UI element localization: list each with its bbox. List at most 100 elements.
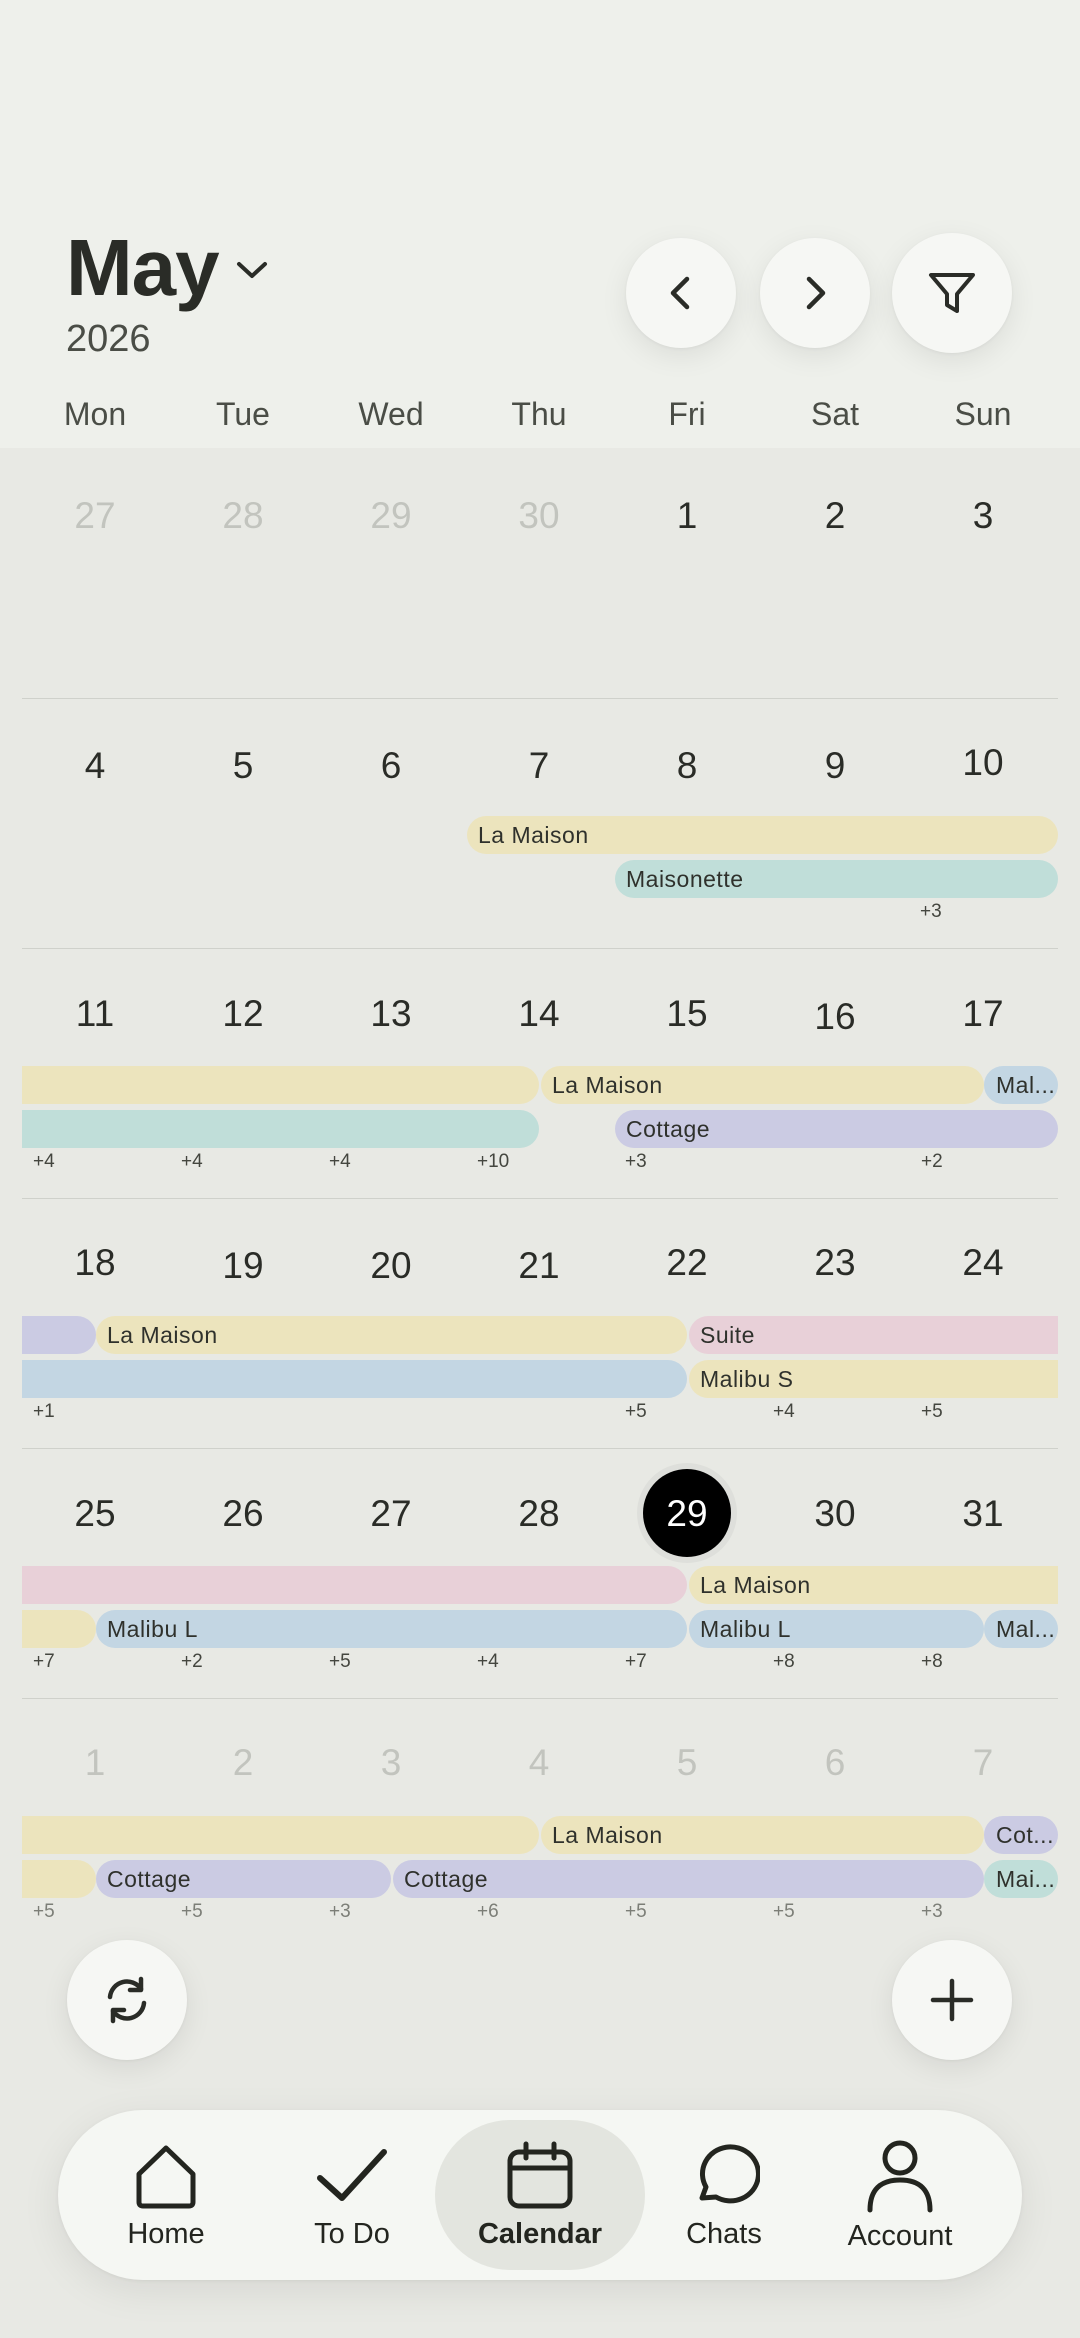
event-bar[interactable] [22, 1066, 539, 1104]
event-bar[interactable] [22, 1610, 96, 1648]
day-cell[interactable]: 4 [21, 745, 169, 787]
day-cell[interactable]: 14 [465, 993, 613, 1035]
event-bar[interactable]: Mal... [984, 1066, 1058, 1104]
more-events-count[interactable]: +10 [477, 1151, 509, 1173]
more-events-count[interactable]: +4 [773, 1401, 795, 1423]
day-cell[interactable]: 23 [761, 1242, 909, 1284]
day-cell[interactable]: 10 [909, 742, 1057, 784]
more-events-count[interactable]: +4 [329, 1151, 351, 1173]
day-cell[interactable]: 12 [169, 993, 317, 1035]
more-events-count[interactable]: +8 [773, 1651, 795, 1673]
day-cell[interactable]: 11 [21, 993, 169, 1035]
day-cell[interactable]: 30 [465, 495, 613, 537]
day-cell[interactable]: 5 [169, 745, 317, 787]
event-bar[interactable] [22, 1816, 539, 1854]
day-cell[interactable]: 9 [761, 745, 909, 787]
day-cell[interactable]: 3 [909, 495, 1057, 537]
day-cell[interactable]: 2 [169, 1742, 317, 1784]
event-bar[interactable]: Cottage [96, 1860, 391, 1898]
month-selector[interactable]: May [66, 222, 269, 314]
day-cell[interactable]: 30 [761, 1493, 909, 1535]
more-events-count[interactable]: +5 [181, 1901, 203, 1923]
event-bar[interactable] [22, 1860, 96, 1898]
add-event-button[interactable] [892, 1940, 1012, 2060]
day-cell[interactable]: 7 [465, 745, 613, 787]
day-cell[interactable]: 6 [761, 1742, 909, 1784]
day-cell[interactable]: 3 [317, 1742, 465, 1784]
event-bar[interactable]: La Maison [541, 1816, 984, 1854]
event-bar[interactable]: Cot... [984, 1816, 1058, 1854]
more-events-count[interactable]: +1 [33, 1401, 55, 1423]
more-events-count[interactable]: +8 [921, 1651, 943, 1673]
nav-calendar[interactable]: Calendar [435, 2110, 645, 2280]
day-cell[interactable]: 7 [909, 1742, 1057, 1784]
event-bar[interactable]: La Maison [96, 1316, 687, 1354]
refresh-button[interactable] [67, 1940, 187, 2060]
day-cell[interactable]: 2 [761, 495, 909, 537]
more-events-count[interactable]: +5 [625, 1901, 647, 1923]
more-events-count[interactable]: +6 [477, 1901, 499, 1923]
event-bar[interactable]: Cottage [615, 1110, 1058, 1148]
day-cell[interactable]: 27 [317, 1493, 465, 1535]
day-cell[interactable]: 6 [317, 745, 465, 787]
event-bar[interactable]: Malibu S [689, 1360, 1058, 1398]
day-cell[interactable]: 20 [317, 1245, 465, 1287]
event-bar[interactable]: Malibu L [96, 1610, 687, 1648]
more-events-count[interactable]: +7 [33, 1651, 55, 1673]
day-cell[interactable]: 15 [613, 993, 761, 1035]
event-bar[interactable]: La Maison [689, 1566, 1058, 1604]
more-events-count[interactable]: +4 [477, 1651, 499, 1673]
day-cell[interactable]: 1 [613, 495, 761, 537]
day-cell[interactable]: 29 [317, 495, 465, 537]
day-cell[interactable]: 17 [909, 993, 1057, 1035]
more-events-count[interactable]: +2 [921, 1151, 943, 1173]
day-cell[interactable]: 13 [317, 993, 465, 1035]
event-bar[interactable]: Mal... [984, 1610, 1058, 1648]
day-cell[interactable]: 28 [169, 495, 317, 537]
day-cell[interactable]: 1 [21, 1742, 169, 1784]
event-bar[interactable] [22, 1316, 96, 1354]
more-events-count[interactable]: +3 [921, 1901, 943, 1923]
more-events-count[interactable]: +2 [181, 1651, 203, 1673]
more-events-count[interactable]: +5 [625, 1401, 647, 1423]
day-cell[interactable]: 19 [169, 1245, 317, 1287]
day-cell[interactable]: 28 [465, 1493, 613, 1535]
day-cell[interactable]: 16 [761, 996, 909, 1038]
event-bar[interactable] [22, 1360, 687, 1398]
more-events-count[interactable]: +3 [329, 1901, 351, 1923]
nav-todo[interactable]: To Do [286, 2110, 418, 2280]
more-events-count[interactable]: +5 [33, 1901, 55, 1923]
day-cell-today[interactable]: 29 [613, 1493, 761, 1535]
day-cell[interactable]: 27 [21, 495, 169, 537]
day-cell[interactable]: 5 [613, 1742, 761, 1784]
event-bar[interactable] [22, 1566, 687, 1604]
event-bar[interactable]: Cottage [393, 1860, 984, 1898]
more-events-count[interactable]: +4 [33, 1151, 55, 1173]
more-events-count[interactable]: +5 [921, 1401, 943, 1423]
nav-home[interactable]: Home [100, 2110, 232, 2280]
day-cell[interactable]: 24 [909, 1242, 1057, 1284]
event-bar[interactable] [22, 1110, 539, 1148]
event-bar[interactable]: La Maison [467, 816, 1058, 854]
more-events-count[interactable]: +7 [625, 1651, 647, 1673]
filter-button[interactable] [892, 233, 1012, 353]
day-cell[interactable]: 25 [21, 1493, 169, 1535]
day-cell[interactable]: 18 [21, 1242, 169, 1284]
more-events-count[interactable]: +3 [625, 1151, 647, 1173]
event-bar[interactable]: Suite [689, 1316, 1058, 1354]
day-cell[interactable]: 8 [613, 745, 761, 787]
more-events-count[interactable]: +5 [773, 1901, 795, 1923]
day-cell[interactable]: 26 [169, 1493, 317, 1535]
event-bar[interactable]: Maisonette [615, 860, 1058, 898]
event-bar[interactable]: Mai... [984, 1860, 1058, 1898]
next-month-button[interactable] [760, 238, 870, 348]
event-bar[interactable]: Malibu L [689, 1610, 984, 1648]
day-cell[interactable]: 4 [465, 1742, 613, 1784]
more-events-count[interactable]: +4 [181, 1151, 203, 1173]
more-events-count[interactable]: +3 [920, 901, 942, 923]
day-cell[interactable]: 21 [465, 1245, 613, 1287]
event-bar[interactable]: La Maison [541, 1066, 984, 1104]
nav-account[interactable]: Account [834, 2110, 966, 2280]
previous-month-button[interactable] [626, 238, 736, 348]
day-cell[interactable]: 31 [909, 1493, 1057, 1535]
